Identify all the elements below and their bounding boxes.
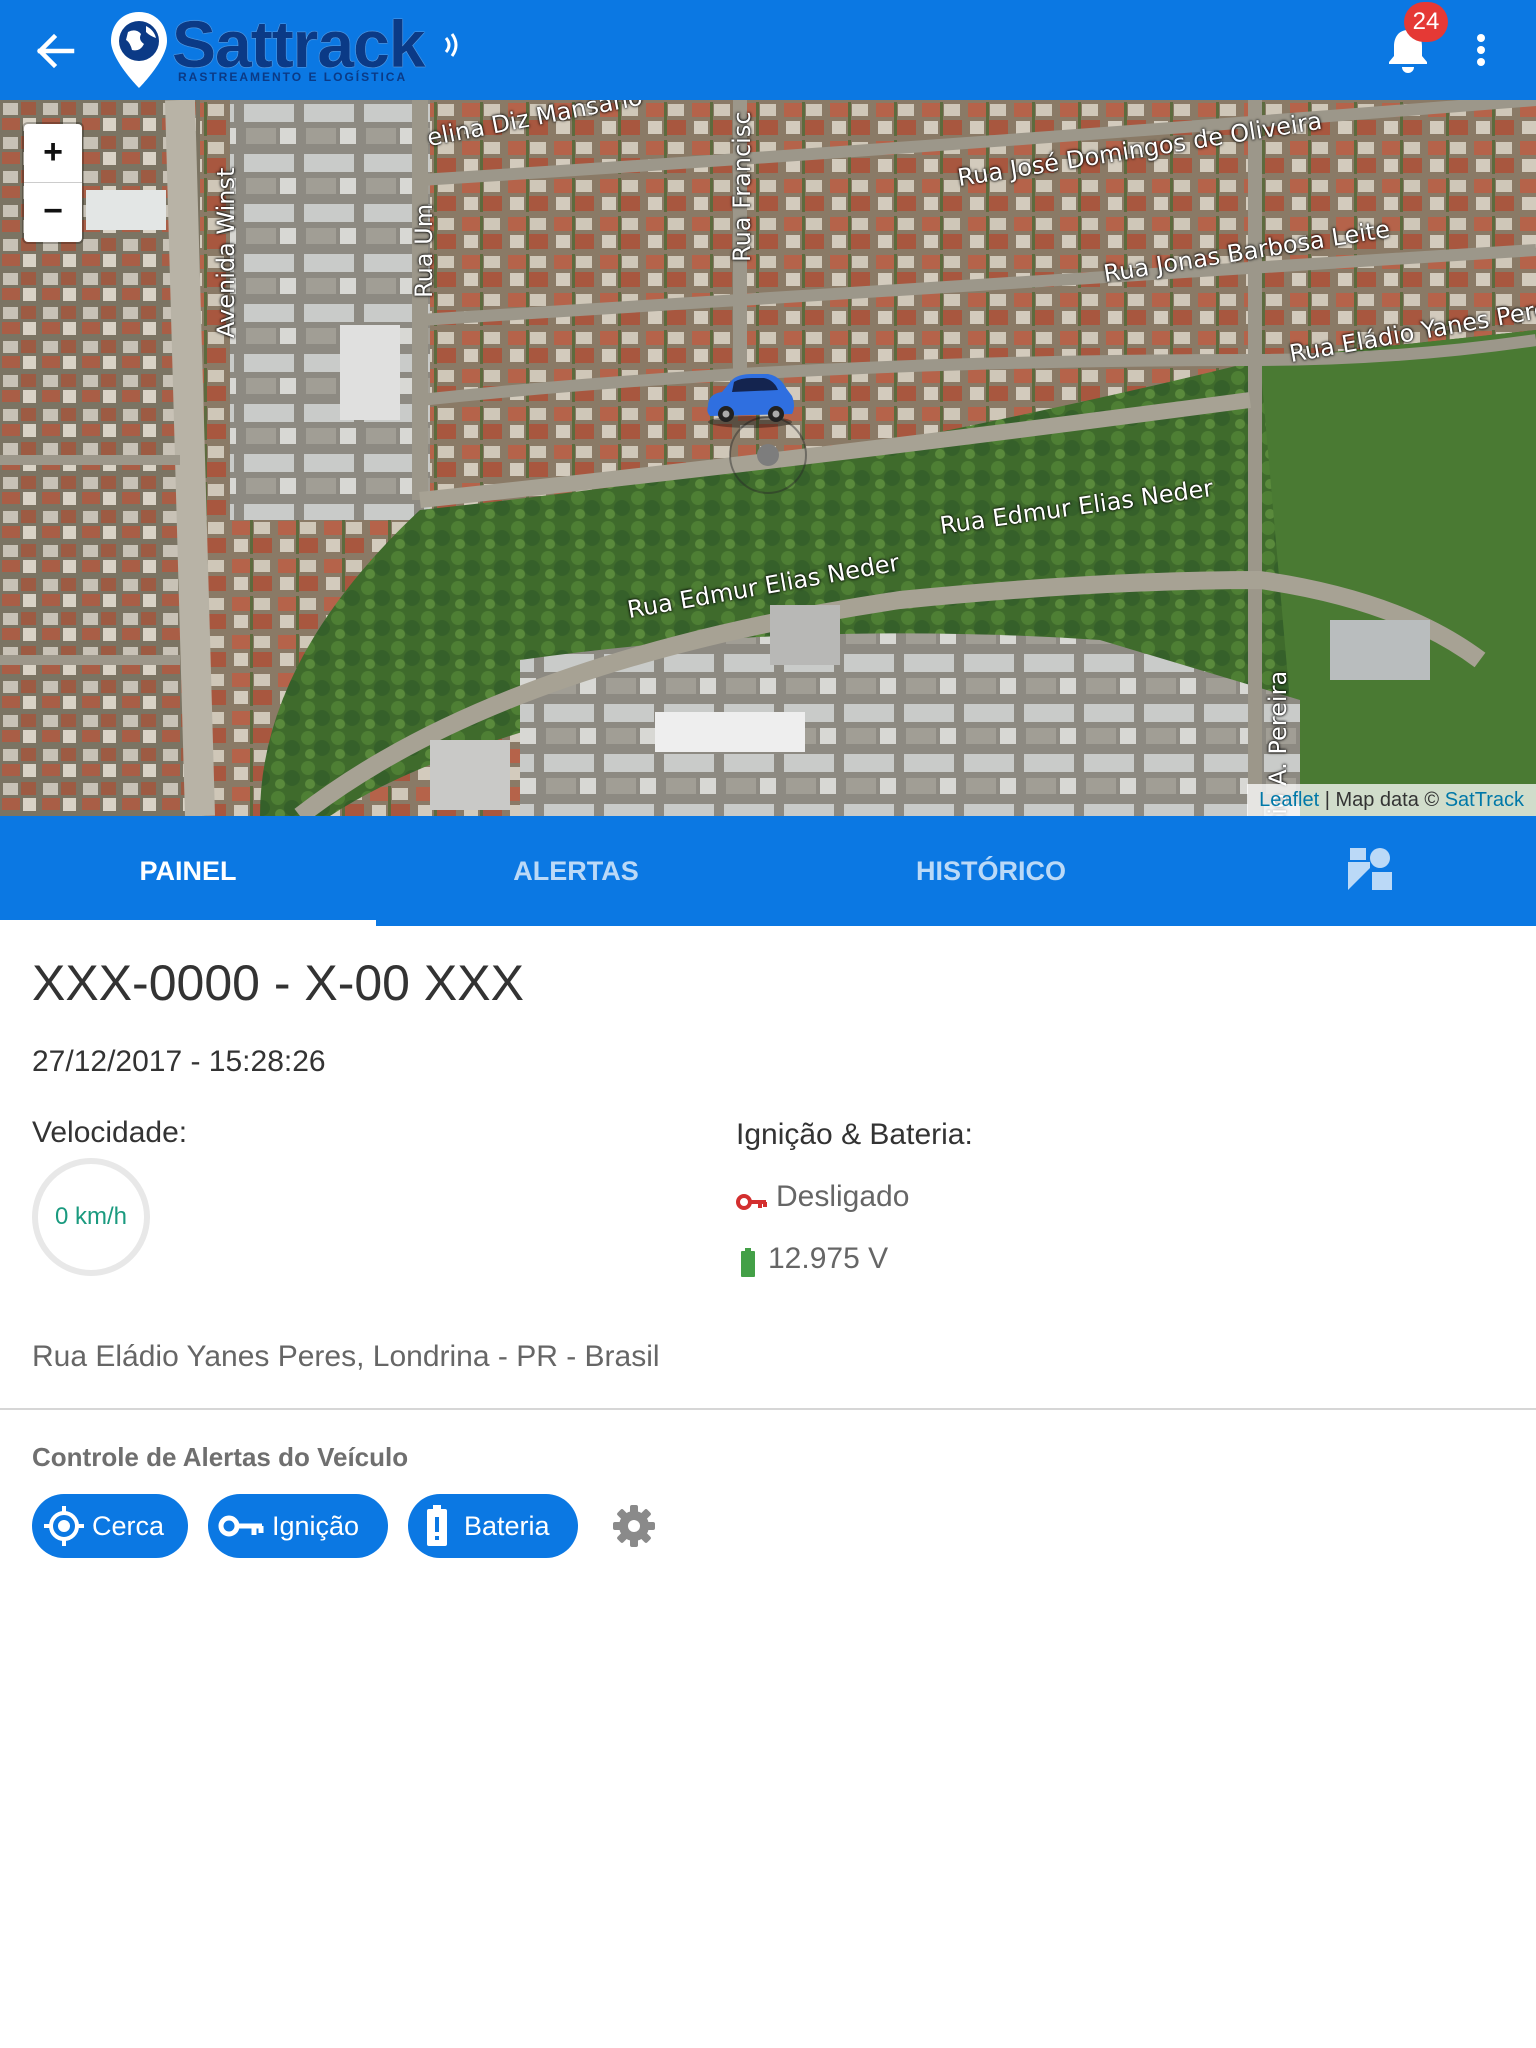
vehicle-plate: XXX-0000 - X-00 XXX bbox=[32, 955, 524, 1011]
key-icon bbox=[736, 1194, 767, 1210]
vehicle-address: Rua Eládio Yanes Peres, Londrina - PR - … bbox=[32, 1340, 660, 1373]
tab-shapes[interactable] bbox=[1290, 816, 1450, 926]
tab-bar: PAINEL ALERTAS HISTÓRICO bbox=[0, 816, 1536, 926]
leaflet-link[interactable]: Leaflet bbox=[1259, 789, 1319, 811]
speed-gauge: 0 km/h bbox=[32, 1158, 150, 1276]
overflow-menu-button[interactable] bbox=[1466, 24, 1496, 76]
notification-badge: 24 bbox=[1404, 2, 1448, 42]
key-icon bbox=[218, 1515, 264, 1537]
arrow-left-icon bbox=[36, 33, 75, 69]
shapes-icon bbox=[1348, 848, 1392, 890]
globe-pin-icon bbox=[111, 12, 167, 88]
back-button[interactable] bbox=[28, 26, 82, 76]
divider bbox=[0, 1408, 1536, 1410]
battery-alert-icon bbox=[427, 1505, 447, 1546]
alert-settings-button[interactable] bbox=[610, 1502, 658, 1550]
speed-label: Velocidade: bbox=[32, 1116, 188, 1149]
speed-value: 0 km/h bbox=[54, 1203, 128, 1230]
alerts-control-title: Controle de Alertas do Veículo bbox=[32, 1442, 409, 1472]
chip-bateria[interactable]: Bateria bbox=[408, 1494, 578, 1558]
last-update-datetime: 27/12/2017 - 15:28:26 bbox=[32, 1045, 326, 1078]
logo-subtitle: RASTREAMENTO E LOGÍSTICA bbox=[178, 70, 408, 84]
chip-bateria-label: Bateria bbox=[464, 1511, 550, 1541]
chip-ignicao[interactable]: Ignição bbox=[208, 1494, 388, 1558]
street-label: Rua Francisc bbox=[728, 111, 756, 262]
tab-alertas[interactable]: ALERTAS bbox=[376, 816, 776, 926]
battery-voltage: 12.975 V bbox=[768, 1242, 889, 1275]
zoom-in-button[interactable]: + bbox=[24, 124, 82, 183]
attribution-separator: | Map data © bbox=[1324, 789, 1440, 811]
ignition-battery-label: Ignição & Bateria: bbox=[736, 1118, 973, 1151]
tab-historico[interactable]: HISTÓRICO bbox=[776, 816, 1206, 926]
street-label: Avenida Winst bbox=[212, 167, 240, 338]
map-attribution: Leaflet | Map data © SatTrack bbox=[1247, 784, 1536, 816]
street-label: Rua Um bbox=[410, 203, 438, 298]
app-bar: Sattrack RASTREAMENTO E LOGÍSTICA 24 bbox=[0, 0, 1536, 100]
chip-cerca[interactable]: Cerca bbox=[32, 1494, 188, 1558]
ignition-status: Desligado bbox=[776, 1180, 910, 1213]
chip-ignicao-label: Ignição bbox=[272, 1511, 360, 1541]
zoom-out-button[interactable]: − bbox=[24, 183, 82, 241]
more-vert-icon bbox=[1477, 34, 1485, 66]
active-tab-indicator bbox=[0, 920, 376, 926]
battery-icon bbox=[741, 1248, 755, 1277]
gps-target-icon bbox=[44, 1506, 84, 1546]
map-view[interactable]: elina Diz Mansano Rua José Domingos de O… bbox=[0, 100, 1536, 816]
vehicle-marker-car-icon[interactable] bbox=[702, 366, 798, 430]
sattrack-link[interactable]: SatTrack bbox=[1445, 789, 1524, 811]
sattrack-logo: Sattrack RASTREAMENTO E LOGÍSTICA bbox=[108, 6, 468, 92]
tab-painel[interactable]: PAINEL bbox=[0, 816, 376, 926]
zoom-control: + − bbox=[24, 124, 82, 242]
gear-icon bbox=[613, 1505, 655, 1547]
signal-waves-icon bbox=[444, 33, 458, 57]
chip-cerca-label: Cerca bbox=[92, 1511, 165, 1541]
